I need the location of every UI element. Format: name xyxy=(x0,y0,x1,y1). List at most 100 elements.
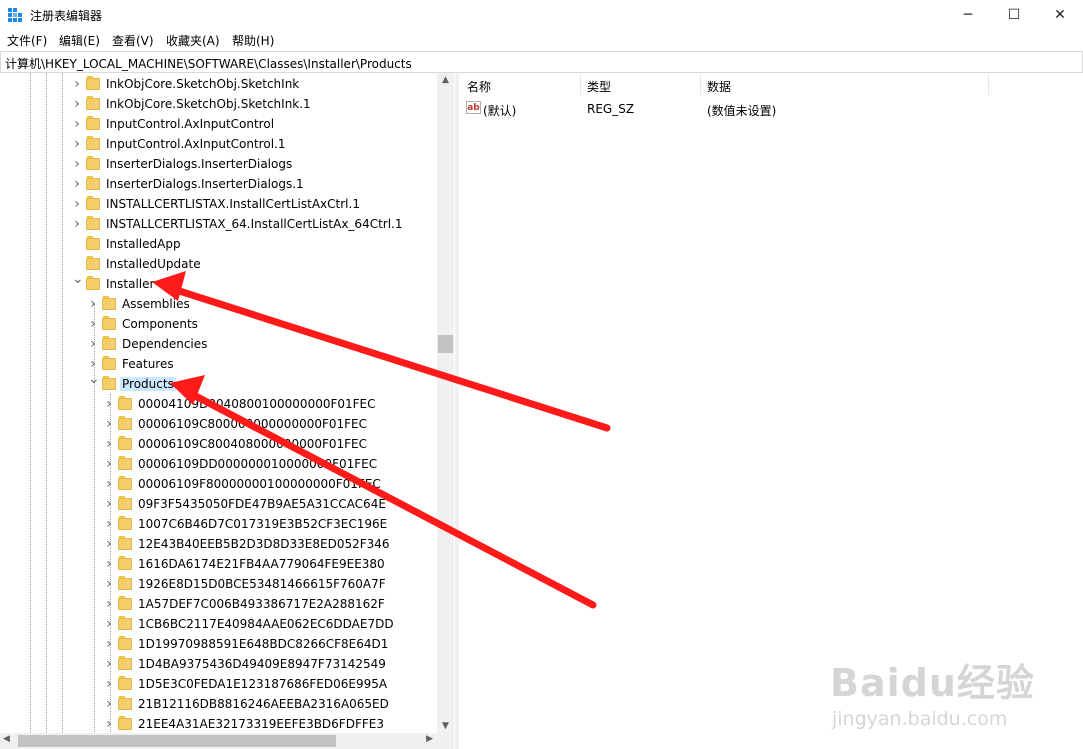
tree-node-label[interactable]: 1CB6BC2117E40984AAE062EC6DDAE7DD xyxy=(138,617,394,631)
tree-node[interactable]: › 00006109C800408000000000F01FEC xyxy=(0,434,437,454)
tree-node-label[interactable]: InstalledApp xyxy=(106,237,181,251)
collapsed-chevron-icon[interactable]: › xyxy=(104,397,114,411)
tree-node[interactable]: › 00006109DD000000010000000F01FEC xyxy=(0,454,437,474)
tree-node-label[interactable]: INSTALLCERTLISTAX_64.InstallCertListAx_6… xyxy=(106,217,403,231)
address-bar[interactable]: 计算机\HKEY_LOCAL_MACHINE\SOFTWARE\Classes\… xyxy=(0,51,1083,73)
close-button[interactable]: ✕ xyxy=(1037,0,1083,30)
collapsed-chevron-icon[interactable]: › xyxy=(104,657,114,671)
collapsed-chevron-icon[interactable]: › xyxy=(72,97,82,111)
tree-node[interactable]: › 1D19970988591E648BDC8266CF8E64D1 xyxy=(0,634,437,654)
minimize-button[interactable]: ─ xyxy=(945,0,991,30)
scrollbar-thumb[interactable] xyxy=(18,735,336,747)
tree-node[interactable]: › InputControl.AxInputControl xyxy=(0,114,437,134)
tree-node-label[interactable]: InserterDialogs.InserterDialogs xyxy=(106,157,292,171)
tree-node-label[interactable]: Installer xyxy=(106,277,154,291)
column-header-name[interactable]: 名称 xyxy=(459,73,581,97)
tree-node-label[interactable]: 1007C6B46D7C017319E3B52CF3EC196E xyxy=(138,517,387,531)
tree-node-label[interactable]: InputControl.AxInputControl xyxy=(106,117,274,131)
tree-node[interactable]: › INSTALLCERTLISTAX_64.InstallCertListAx_… xyxy=(0,214,437,234)
scroll-left-icon[interactable]: ◀ xyxy=(3,734,10,744)
tree-node[interactable]: › InputControl.AxInputControl.1 xyxy=(0,134,437,154)
tree-node[interactable]: › InserterDialogs.InserterDialogs.1 xyxy=(0,174,437,194)
tree-node[interactable]: › 00006109F80000000100000000F01FEC xyxy=(0,474,437,494)
tree-vertical-scrollbar[interactable]: ▲ ▼ xyxy=(437,73,454,733)
collapsed-chevron-icon[interactable]: › xyxy=(104,557,114,571)
column-header-data[interactable]: 数据 xyxy=(699,73,989,97)
tree-node[interactable]: › Components xyxy=(0,314,437,334)
collapsed-chevron-icon[interactable]: › xyxy=(104,617,114,631)
tree-node[interactable]: › 1A57DEF7C006B493386717E2A288162F xyxy=(0,594,437,614)
tree-node[interactable]: InstalledApp xyxy=(0,234,437,254)
collapsed-chevron-icon[interactable]: › xyxy=(104,577,114,591)
tree-node-label[interactable]: 1D5E3C0FEDA1E123187686FED06E995A xyxy=(138,677,387,691)
tree-node[interactable]: ⌄ Products xyxy=(0,372,437,394)
collapsed-chevron-icon[interactable]: › xyxy=(72,157,82,171)
value-row[interactable]: ab (默认) REG_SZ (数值未设置) xyxy=(459,99,1083,119)
tree-node-label[interactable]: 00006109F80000000100000000F01FEC xyxy=(138,477,381,491)
tree-node-label[interactable]: Dependencies xyxy=(122,337,207,351)
collapsed-chevron-icon[interactable]: › xyxy=(88,357,98,371)
tree-node-label[interactable]: 21EE4A31AE32173319EEFE3BD6FDFFE3 xyxy=(138,717,384,731)
tree-node[interactable]: ⌄ Installer xyxy=(0,272,437,294)
collapsed-chevron-icon[interactable]: › xyxy=(104,417,114,431)
scroll-down-icon[interactable]: ▼ xyxy=(437,721,454,731)
collapsed-chevron-icon[interactable]: › xyxy=(72,177,82,191)
tree-node[interactable]: › Dependencies xyxy=(0,334,437,354)
collapsed-chevron-icon[interactable]: › xyxy=(104,597,114,611)
menu-edit[interactable]: 编辑(E) xyxy=(59,32,100,49)
tree-node-label[interactable]: 1D19970988591E648BDC8266CF8E64D1 xyxy=(138,637,388,651)
collapsed-chevron-icon[interactable]: › xyxy=(104,437,114,451)
tree-node[interactable]: › Assemblies xyxy=(0,294,437,314)
collapsed-chevron-icon[interactable]: › xyxy=(104,717,114,731)
tree-node[interactable]: › INSTALLCERTLISTAX.InstallCertListAxCtrl… xyxy=(0,194,437,214)
tree-node-label[interactable]: 00006109DD000000010000000F01FEC xyxy=(138,457,377,471)
column-divider[interactable] xyxy=(988,75,989,95)
tree-node-label[interactable]: 09F3F5435050FDE47B9AE5A31CCAC64E xyxy=(138,497,386,511)
column-header-type[interactable]: 类型 xyxy=(579,73,699,97)
menu-help[interactable]: 帮助(H) xyxy=(232,32,274,49)
tree-node[interactable]: InstalledUpdate xyxy=(0,254,437,274)
collapsed-chevron-icon[interactable]: › xyxy=(104,637,114,651)
tree-horizontal-scrollbar[interactable]: ◀ ▶ xyxy=(0,733,437,749)
tree-node[interactable]: › 1D4BA9375436D49409E8947F73142549 xyxy=(0,654,437,674)
tree-node-label[interactable]: InkObjCore.SketchObj.SketchInk xyxy=(106,77,299,91)
tree-node[interactable]: › 1D5E3C0FEDA1E123187686FED06E995A xyxy=(0,674,437,694)
tree-node[interactable]: › Features xyxy=(0,354,437,374)
tree-node-label[interactable]: InstalledUpdate xyxy=(106,257,201,271)
expanded-chevron-icon[interactable]: ⌄ xyxy=(88,372,100,386)
scroll-up-icon[interactable]: ▲ xyxy=(437,75,454,85)
tree-node-label[interactable]: 00006109C800408000000000F01FEC xyxy=(138,437,367,451)
collapsed-chevron-icon[interactable]: › xyxy=(88,317,98,331)
scroll-right-icon[interactable]: ▶ xyxy=(426,734,433,744)
tree-node[interactable]: › 21EE4A31AE32173319EEFE3BD6FDFFE3 xyxy=(0,714,437,734)
tree-node[interactable]: › 00004109D0040800100000000F01FEC xyxy=(0,394,437,414)
tree-node[interactable]: › InserterDialogs.InserterDialogs xyxy=(0,154,437,174)
tree-node-label[interactable]: Features xyxy=(122,357,174,371)
menu-view[interactable]: 查看(V) xyxy=(112,32,154,49)
collapsed-chevron-icon[interactable]: › xyxy=(104,677,114,691)
tree-node[interactable]: › InkObjCore.SketchObj.SketchInk.1 xyxy=(0,94,437,114)
tree-node[interactable]: › 1007C6B46D7C017319E3B52CF3EC196E xyxy=(0,514,437,534)
collapsed-chevron-icon[interactable]: › xyxy=(104,477,114,491)
collapsed-chevron-icon[interactable]: › xyxy=(72,197,82,211)
tree-node[interactable]: › 1616DA6174E21FB4AA779064FE9EE380 xyxy=(0,554,437,574)
collapsed-chevron-icon[interactable]: › xyxy=(104,537,114,551)
menu-favorites[interactable]: 收藏夹(A) xyxy=(166,32,220,49)
collapsed-chevron-icon[interactable]: › xyxy=(72,217,82,231)
maximize-button[interactable]: ☐ xyxy=(991,0,1037,30)
collapsed-chevron-icon[interactable]: › xyxy=(88,337,98,351)
collapsed-chevron-icon[interactable]: › xyxy=(72,137,82,151)
collapsed-chevron-icon[interactable]: › xyxy=(88,297,98,311)
tree-node[interactable]: › 21B12116DB8816246AEEBA2316A065ED xyxy=(0,694,437,714)
tree-node[interactable]: › InkObjCore.SketchObj.SketchInk xyxy=(0,74,437,94)
tree-node-label[interactable]: 1616DA6174E21FB4AA779064FE9EE380 xyxy=(138,557,385,571)
collapsed-chevron-icon[interactable]: › xyxy=(104,497,114,511)
collapsed-chevron-icon[interactable]: › xyxy=(104,697,114,711)
address-path[interactable]: 计算机\HKEY_LOCAL_MACHINE\SOFTWARE\Classes\… xyxy=(5,55,412,72)
tree-node[interactable]: › 00006109C800000000000000F01FEC xyxy=(0,414,437,434)
tree-node[interactable]: › 12E43B40EEB5B2D3D8D33E8ED052F346 xyxy=(0,534,437,554)
tree-node-label[interactable]: 00006109C800000000000000F01FEC xyxy=(138,417,367,431)
collapsed-chevron-icon[interactable]: › xyxy=(104,517,114,531)
tree-node-label[interactable]: Assemblies xyxy=(122,297,190,311)
tree-node-label[interactable]: 1926E8D15D0BCE53481466615F760A7F xyxy=(138,577,386,591)
